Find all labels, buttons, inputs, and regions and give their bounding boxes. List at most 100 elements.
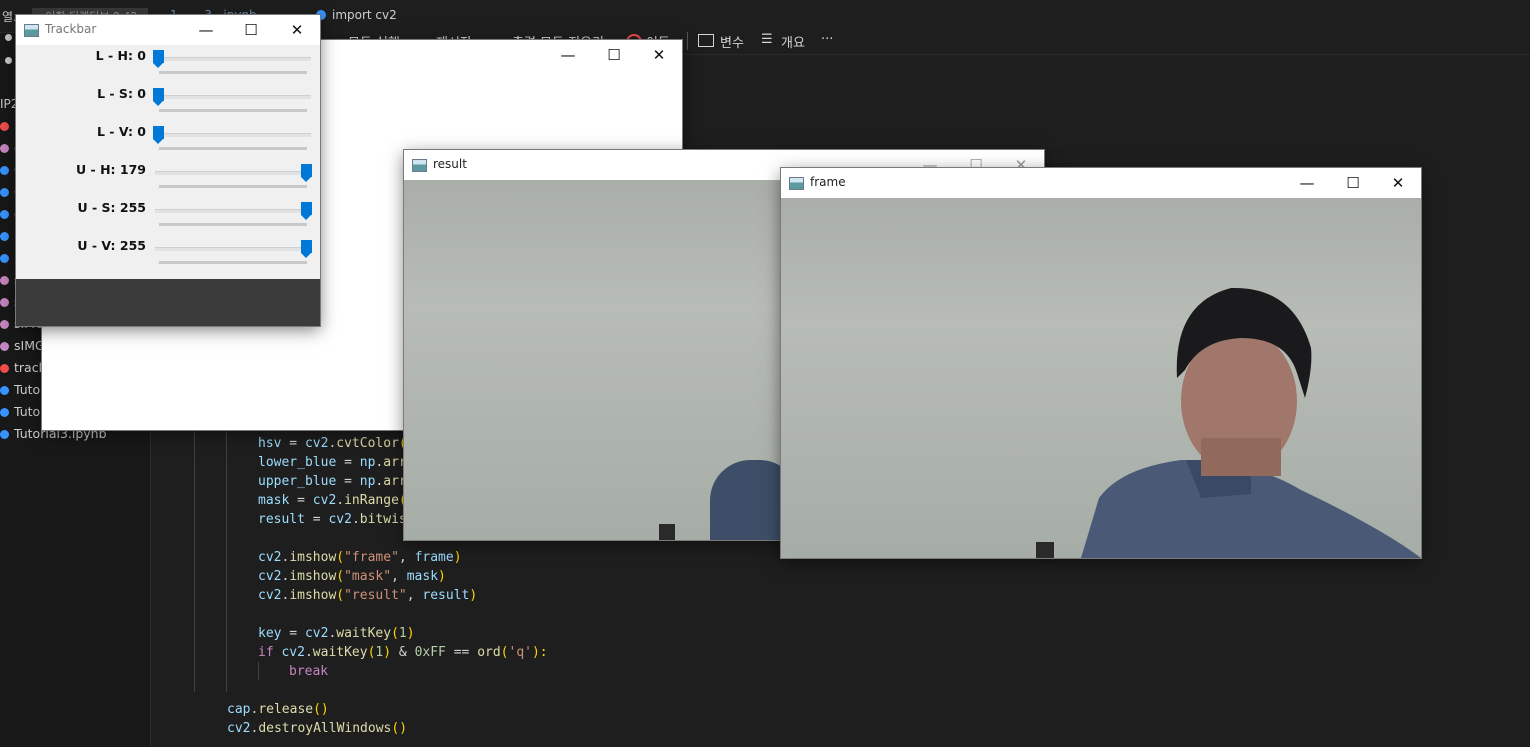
trackbar-label: L - S: 0 xyxy=(97,86,146,101)
code-token: cv2 xyxy=(312,493,337,508)
trackbar-track[interactable] xyxy=(155,95,311,99)
code-token: ): xyxy=(531,645,548,660)
code-token: = xyxy=(336,455,360,470)
file-type-icon xyxy=(0,144,9,153)
code-token: , xyxy=(391,569,407,584)
more-actions-button[interactable]: ··· xyxy=(821,32,833,47)
code-token: cv2 xyxy=(258,569,282,584)
code-token: upper_blue xyxy=(258,474,337,489)
breadcrumb[interactable]: import cv2 xyxy=(332,8,397,26)
code-token: ( xyxy=(336,588,345,603)
code-token: ) xyxy=(383,645,392,660)
code-token: 1 xyxy=(398,626,407,641)
close-button[interactable]: ✕ xyxy=(636,40,682,70)
trackbar-slider[interactable]: L - H: 0 xyxy=(16,45,320,83)
file-type-icon xyxy=(0,342,9,351)
code-token: , xyxy=(398,550,415,565)
code-token: 0xFF xyxy=(414,645,446,660)
code-line[interactable]: hsv = cv2.cvtColor( xyxy=(258,434,407,453)
code-token: cv2 xyxy=(328,512,352,527)
code-line[interactable]: cv2.imshow("result", result) xyxy=(258,586,477,605)
trackbar-window-titlebar[interactable]: Trackbar — ☐ ✕ xyxy=(16,15,320,45)
file-type-icon xyxy=(0,364,9,373)
code-line[interactable]: result = cv2.bitwis xyxy=(258,510,407,529)
code-token: waitKey xyxy=(336,626,392,641)
frame-window-titlebar[interactable]: frame — ☐ ✕ xyxy=(781,168,1421,198)
code-line[interactable]: cap.release() xyxy=(227,700,329,719)
minimize-button[interactable]: — xyxy=(1284,168,1330,198)
outline-button[interactable]: 개요 xyxy=(781,32,805,51)
code-line[interactable]: key = cv2.waitKey(1) xyxy=(258,624,415,643)
trackbar-tick-line xyxy=(159,109,307,112)
code-token: ord xyxy=(477,645,501,660)
trackbar-thumb[interactable] xyxy=(301,202,312,220)
code-line[interactable]: mask = cv2.inRange( xyxy=(258,491,407,510)
trackbar-slider[interactable]: U - V: 255 xyxy=(16,235,320,273)
trackbar-track[interactable] xyxy=(155,171,311,175)
code-token: imshow xyxy=(289,550,337,565)
trackbar-track[interactable] xyxy=(155,57,311,61)
code-token: mask xyxy=(406,569,439,584)
indent-guide xyxy=(226,430,227,692)
window-app-icon xyxy=(412,159,427,172)
file-type-icon xyxy=(0,166,9,175)
trackbar-thumb[interactable] xyxy=(153,126,164,144)
trackbar-image-area xyxy=(16,279,320,326)
code-token: release xyxy=(258,702,314,717)
code-line[interactable]: cv2.destroyAllWindows() xyxy=(227,719,407,738)
code-token: ) xyxy=(438,569,446,584)
code-token: "mask" xyxy=(344,569,392,584)
code-token: = xyxy=(304,512,329,527)
code-token: ) xyxy=(453,550,462,565)
code-token: cv2 xyxy=(227,721,251,736)
close-button[interactable]: ✕ xyxy=(1375,168,1421,198)
trackbar-thumb[interactable] xyxy=(301,240,312,258)
webcam-image xyxy=(781,198,1421,558)
variables-icon[interactable] xyxy=(698,34,714,47)
trackbar-slider[interactable]: L - S: 0 xyxy=(16,83,320,121)
window-title: frame xyxy=(810,175,846,189)
trackbar-tick-line xyxy=(159,71,307,74)
frame-window[interactable]: frame — ☐ ✕ xyxy=(781,168,1421,558)
code-token: ( xyxy=(391,626,399,641)
code-token: ( xyxy=(500,645,509,660)
code-line[interactable]: break xyxy=(289,662,328,681)
code-line[interactable]: cv2.imshow("frame", frame) xyxy=(258,548,462,567)
trackbar-track[interactable] xyxy=(155,133,311,137)
code-token: np xyxy=(359,474,376,489)
trackbar-track[interactable] xyxy=(155,247,311,251)
window-app-icon xyxy=(24,24,39,37)
trackbar-track[interactable] xyxy=(155,209,311,213)
file-type-icon xyxy=(0,254,9,263)
close-button[interactable]: ✕ xyxy=(274,15,320,45)
trackbar-slider[interactable]: U - S: 255 xyxy=(16,197,320,235)
code-line[interactable]: cv2.imshow("mask", mask) xyxy=(258,567,446,586)
maximize-button[interactable]: ☐ xyxy=(1330,168,1376,198)
trackbar-thumb[interactable] xyxy=(153,88,164,106)
file-item[interactable]: sIMG xyxy=(0,338,45,358)
variables-button[interactable]: 변수 xyxy=(720,32,744,51)
trackbar-slider[interactable]: U - H: 179 xyxy=(16,159,320,197)
code-token: "frame" xyxy=(344,550,399,565)
minimize-button[interactable]: — xyxy=(183,15,229,45)
maximize-button[interactable]: ☐ xyxy=(228,15,274,45)
window-title: result xyxy=(433,157,467,171)
trackbar-slider[interactable]: L - V: 0 xyxy=(16,121,320,159)
outline-icon: ☰ xyxy=(761,32,773,47)
trackbar-window[interactable]: Trackbar — ☐ ✕ L - H: 0 L - S: 0 L - V: 0 U… xyxy=(16,15,320,326)
dot-icon xyxy=(5,57,12,64)
code-line[interactable]: if cv2.waitKey(1) & 0xFF == ord('q'): xyxy=(258,643,548,662)
minimize-button[interactable]: — xyxy=(545,40,591,70)
code-token: cv2 xyxy=(304,436,329,451)
object-shape xyxy=(659,524,675,540)
code-line[interactable]: lower_blue = np.arr xyxy=(258,453,407,472)
trackbar-label: U - H: 179 xyxy=(76,162,146,177)
code-token: 'q' xyxy=(508,645,532,660)
code-line[interactable]: upper_blue = np.arr xyxy=(258,472,407,491)
maximize-button[interactable]: ☐ xyxy=(591,40,637,70)
code-token: result xyxy=(258,512,305,527)
trackbar-thumb[interactable] xyxy=(153,50,164,68)
code-token: if xyxy=(258,645,274,660)
trackbar-thumb[interactable] xyxy=(301,164,312,182)
code-token: break xyxy=(289,664,329,679)
